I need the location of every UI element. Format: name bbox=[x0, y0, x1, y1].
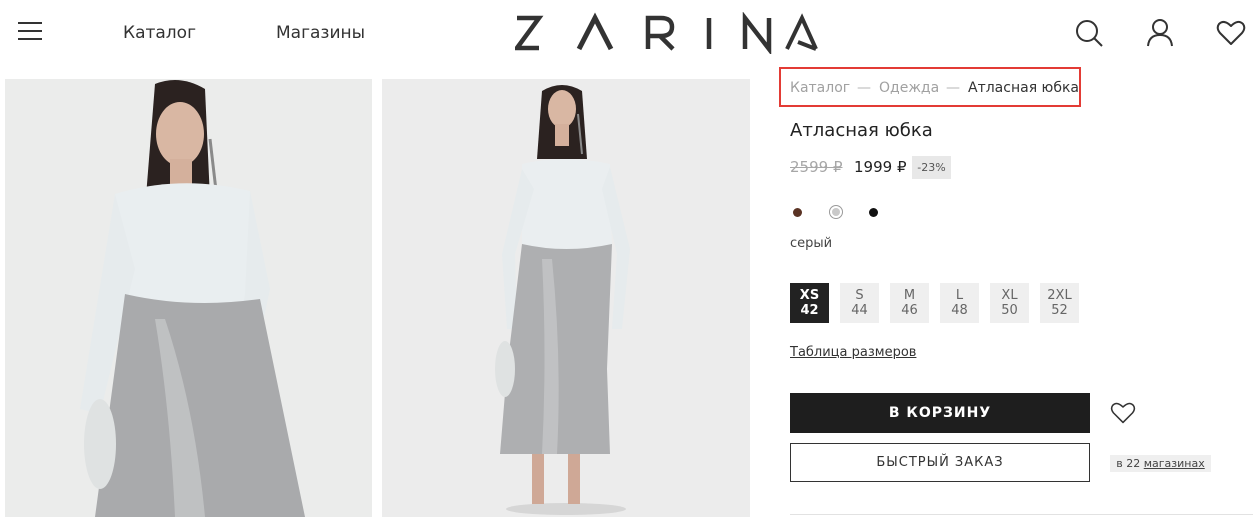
breadcrumb-current: Атласная юбка bbox=[968, 80, 1080, 96]
breadcrumb-separator: — bbox=[857, 80, 871, 96]
size-label: M bbox=[903, 288, 916, 303]
size-number: 46 bbox=[901, 303, 918, 318]
size-label: 2XL bbox=[1047, 288, 1072, 303]
nav-catalog-link[interactable]: Каталог bbox=[123, 23, 196, 43]
menu-icon[interactable] bbox=[18, 22, 42, 40]
size-option-l[interactable]: L 48 bbox=[940, 283, 979, 323]
size-number: 42 bbox=[800, 303, 819, 318]
breadcrumb-clothing[interactable]: Одежда bbox=[879, 80, 939, 96]
size-option-s[interactable]: S 44 bbox=[840, 283, 879, 323]
divider bbox=[790, 514, 1253, 515]
size-option-m[interactable]: M 46 bbox=[890, 283, 929, 323]
store-availability: в 22 магазинах bbox=[1110, 455, 1211, 472]
product-title: Атласная юбка bbox=[790, 120, 933, 141]
size-label: XL bbox=[1001, 288, 1018, 303]
size-number: 52 bbox=[1051, 303, 1068, 318]
size-option-xl[interactable]: XL 50 bbox=[990, 283, 1029, 323]
stores-link[interactable]: магазинах bbox=[1144, 457, 1205, 470]
size-number: 48 bbox=[951, 303, 968, 318]
product-photo-1[interactable] bbox=[5, 79, 372, 517]
heart-icon[interactable] bbox=[1216, 18, 1246, 48]
selected-color-label: серый bbox=[790, 236, 833, 251]
current-price: 1999 ₽ bbox=[854, 158, 907, 176]
size-option-2xl[interactable]: 2XL 52 bbox=[1040, 283, 1079, 323]
wishlist-heart-icon[interactable] bbox=[1110, 401, 1136, 425]
nav-stores-link[interactable]: Магазины bbox=[276, 23, 365, 43]
color-swatch-black[interactable] bbox=[869, 208, 878, 217]
old-price: 2599 ₽ bbox=[790, 158, 843, 176]
size-number: 50 bbox=[1001, 303, 1018, 318]
size-label: S bbox=[855, 288, 864, 303]
color-swatch-brown[interactable] bbox=[793, 208, 802, 217]
color-swatch-grey-selected[interactable] bbox=[829, 205, 843, 219]
size-option-xs[interactable]: XS 42 bbox=[790, 283, 829, 323]
search-icon[interactable] bbox=[1074, 18, 1104, 48]
size-table-link[interactable]: Таблица размеров bbox=[790, 345, 916, 360]
discount-badge: -23% bbox=[912, 156, 951, 179]
zarina-logo[interactable] bbox=[515, 12, 820, 54]
breadcrumb-catalog[interactable]: Каталог bbox=[790, 80, 850, 96]
breadcrumb-separator: — bbox=[946, 80, 960, 96]
product-photo-2[interactable] bbox=[382, 79, 750, 517]
stores-count-text: в 22 bbox=[1116, 457, 1141, 470]
size-label: XS bbox=[799, 288, 820, 303]
user-icon[interactable] bbox=[1145, 18, 1175, 48]
size-number: 44 bbox=[851, 303, 868, 318]
add-to-cart-button[interactable]: В КОРЗИНУ bbox=[790, 393, 1090, 433]
quick-order-button[interactable]: БЫСТРЫЙ ЗАКАЗ bbox=[790, 443, 1090, 482]
size-label: L bbox=[955, 288, 964, 303]
